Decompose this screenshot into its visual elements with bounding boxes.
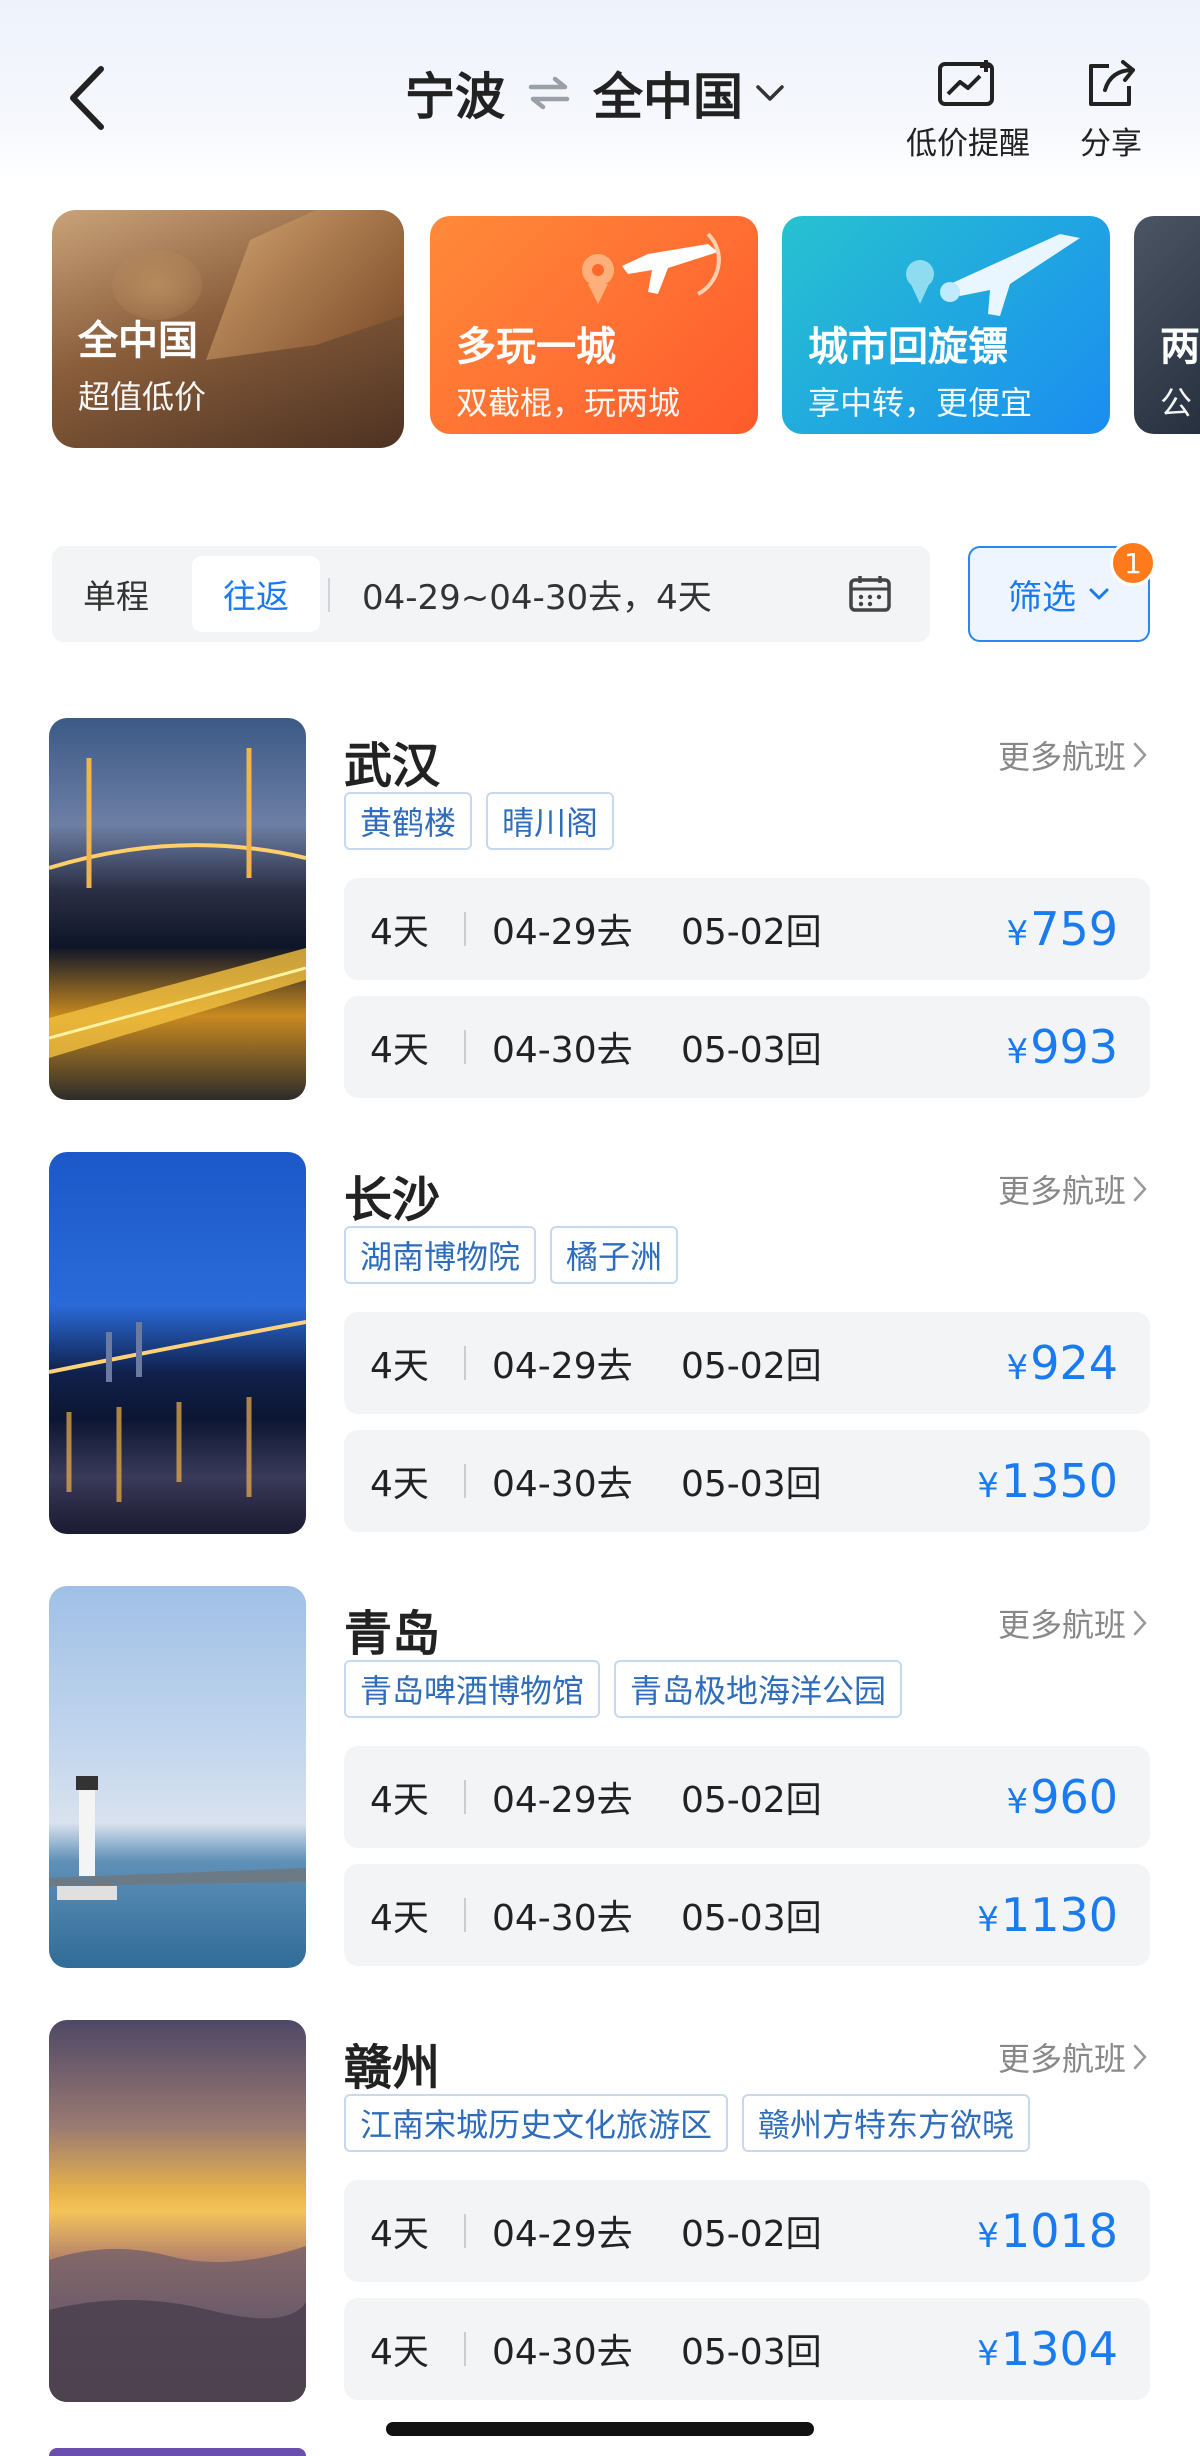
flight-option[interactable]: 4天 04-30去 05-03回 ¥1130 [344, 1864, 1150, 1966]
plane-pin-icon [582, 232, 721, 304]
chevron-down-icon [755, 83, 785, 103]
flight-option[interactable]: 4天 04-30去 05-03回 ¥1350 [344, 1430, 1150, 1532]
top-navigation-bar: 宁波 全中国 低价提醒 分享 [0, 0, 1200, 180]
banner-multi-city[interactable]: 多玩一城 双截棍，玩两城 [430, 216, 758, 434]
share-icon [1089, 60, 1135, 106]
one-way-tab[interactable]: 单程 [66, 556, 166, 632]
more-flights-link[interactable]: 更多航班 [998, 1600, 1148, 1646]
date-range-selector[interactable]: 04-29~04-30去，4天 [362, 546, 712, 642]
destination-region: 全中国 [593, 68, 743, 126]
city-name: 青岛 [344, 1606, 441, 1662]
flight-option[interactable]: 4天 04-29去 05-02回 ¥924 [344, 1312, 1150, 1414]
calendar-icon[interactable] [848, 574, 892, 614]
price: ¥993 [1006, 1020, 1118, 1074]
chevron-down-icon [1088, 587, 1110, 601]
origin-city: 宁波 [405, 68, 505, 126]
divider [328, 578, 330, 612]
attraction-tags: 青岛啤酒博物馆 青岛极地海洋公园 [344, 1660, 903, 1718]
attraction-tag: 青岛极地海洋公园 [614, 1660, 903, 1718]
price: ¥924 [1006, 1336, 1118, 1390]
flight-option[interactable]: 4天 04-30去 05-03回 ¥993 [344, 996, 1150, 1098]
banner-partial[interactable]: 两 公 [1134, 216, 1200, 434]
attraction-tag: 橘子洲 [550, 1226, 679, 1284]
chevron-right-icon [1132, 1175, 1148, 1203]
flight-option[interactable]: 4天 04-30去 05-03回 ¥1304 [344, 2298, 1150, 2400]
share-button[interactable]: 分享 [1080, 58, 1142, 163]
more-flights-link[interactable]: 更多航班 [998, 1166, 1148, 1212]
chevron-right-icon [1132, 741, 1148, 769]
price-alert-icon [938, 60, 994, 106]
price-alert-button[interactable]: 低价提醒 [906, 58, 1030, 163]
flight-option[interactable]: 4天 04-29去 05-02回 ¥759 [344, 878, 1150, 980]
city-photo [49, 1152, 306, 1534]
trip-search-bar: 单程 往返 04-29~04-30去，4天 [52, 546, 930, 642]
city-name: 武汉 [344, 738, 441, 794]
chevron-right-icon [1132, 2043, 1148, 2071]
attraction-tag: 赣州方特东方欲晓 [742, 2094, 1031, 2152]
attraction-tag: 青岛啤酒博物馆 [344, 1660, 601, 1718]
route-selector[interactable]: 宁波 全中国 [405, 58, 785, 128]
chevron-left-icon [70, 66, 104, 130]
home-indicator[interactable] [386, 2422, 814, 2436]
back-button[interactable] [52, 58, 122, 138]
more-flights-link[interactable]: 更多航班 [998, 732, 1148, 778]
flight-option[interactable]: 4天 04-29去 05-02回 ¥960 [344, 1746, 1150, 1848]
flight-option[interactable]: 4天 04-29去 05-02回 ¥1018 [344, 2180, 1150, 2282]
destination-card-wuhan[interactable]: 武汉 更多航班 黄鹤楼 晴川阁 4天 04-29去 05-02回 ¥759 4天… [0, 718, 1200, 1118]
filter-count-badge: 1 [1110, 540, 1156, 586]
attraction-tag: 晴川阁 [486, 792, 615, 850]
destination-card-changsha[interactable]: 长沙 更多航班 湖南博物院 橘子洲 4天 04-29去 05-02回 ¥924 … [0, 1152, 1200, 1552]
price: ¥1304 [977, 2322, 1118, 2376]
round-trip-tab[interactable]: 往返 [192, 556, 320, 632]
city-photo [49, 718, 306, 1100]
city-photo [49, 2020, 306, 2402]
city-photo [49, 1586, 306, 1968]
banner-all-china[interactable]: 全中国 超值低价 [52, 210, 404, 448]
attraction-tags: 黄鹤楼 晴川阁 [344, 792, 615, 850]
price: ¥1018 [977, 2204, 1118, 2258]
price: ¥1130 [977, 1888, 1118, 1942]
attraction-tag: 黄鹤楼 [344, 792, 473, 850]
attraction-tag: 湖南博物院 [344, 1226, 537, 1284]
banner-boomerang-city[interactable]: 城市回旋镖 享中转，更便宜 [782, 216, 1110, 434]
price: ¥960 [1006, 1770, 1118, 1824]
price: ¥759 [1006, 902, 1118, 956]
destination-card-ganzhou[interactable]: 赣州 更多航班 江南宋城历史文化旅游区 赣州方特东方欲晓 4天 04-29去 0… [0, 2020, 1200, 2420]
destination-card-qingdao[interactable]: 青岛 更多航班 青岛啤酒博物馆 青岛极地海洋公园 4天 04-29去 05-02… [0, 1586, 1200, 1986]
attraction-tags: 湖南博物院 橘子洲 [344, 1226, 679, 1284]
chevron-right-icon [1132, 1609, 1148, 1637]
price: ¥1350 [977, 1454, 1118, 1508]
swap-icon[interactable] [527, 75, 571, 111]
airplane-icon [906, 234, 1080, 316]
attraction-tags: 江南宋城历史文化旅游区 赣州方特东方欲晓 [344, 2094, 1031, 2152]
more-flights-link[interactable]: 更多航班 [998, 2034, 1148, 2080]
attraction-tag: 江南宋城历史文化旅游区 [344, 2094, 729, 2152]
city-name: 长沙 [344, 1172, 441, 1228]
next-card-preview [49, 2448, 306, 2456]
city-name: 赣州 [344, 2040, 441, 2096]
promo-banner-carousel[interactable]: 全中国 超值低价 多玩一城 双截棍，玩两城 城市回旋镖 享中转，更便宜 两 公 [0, 186, 1200, 466]
